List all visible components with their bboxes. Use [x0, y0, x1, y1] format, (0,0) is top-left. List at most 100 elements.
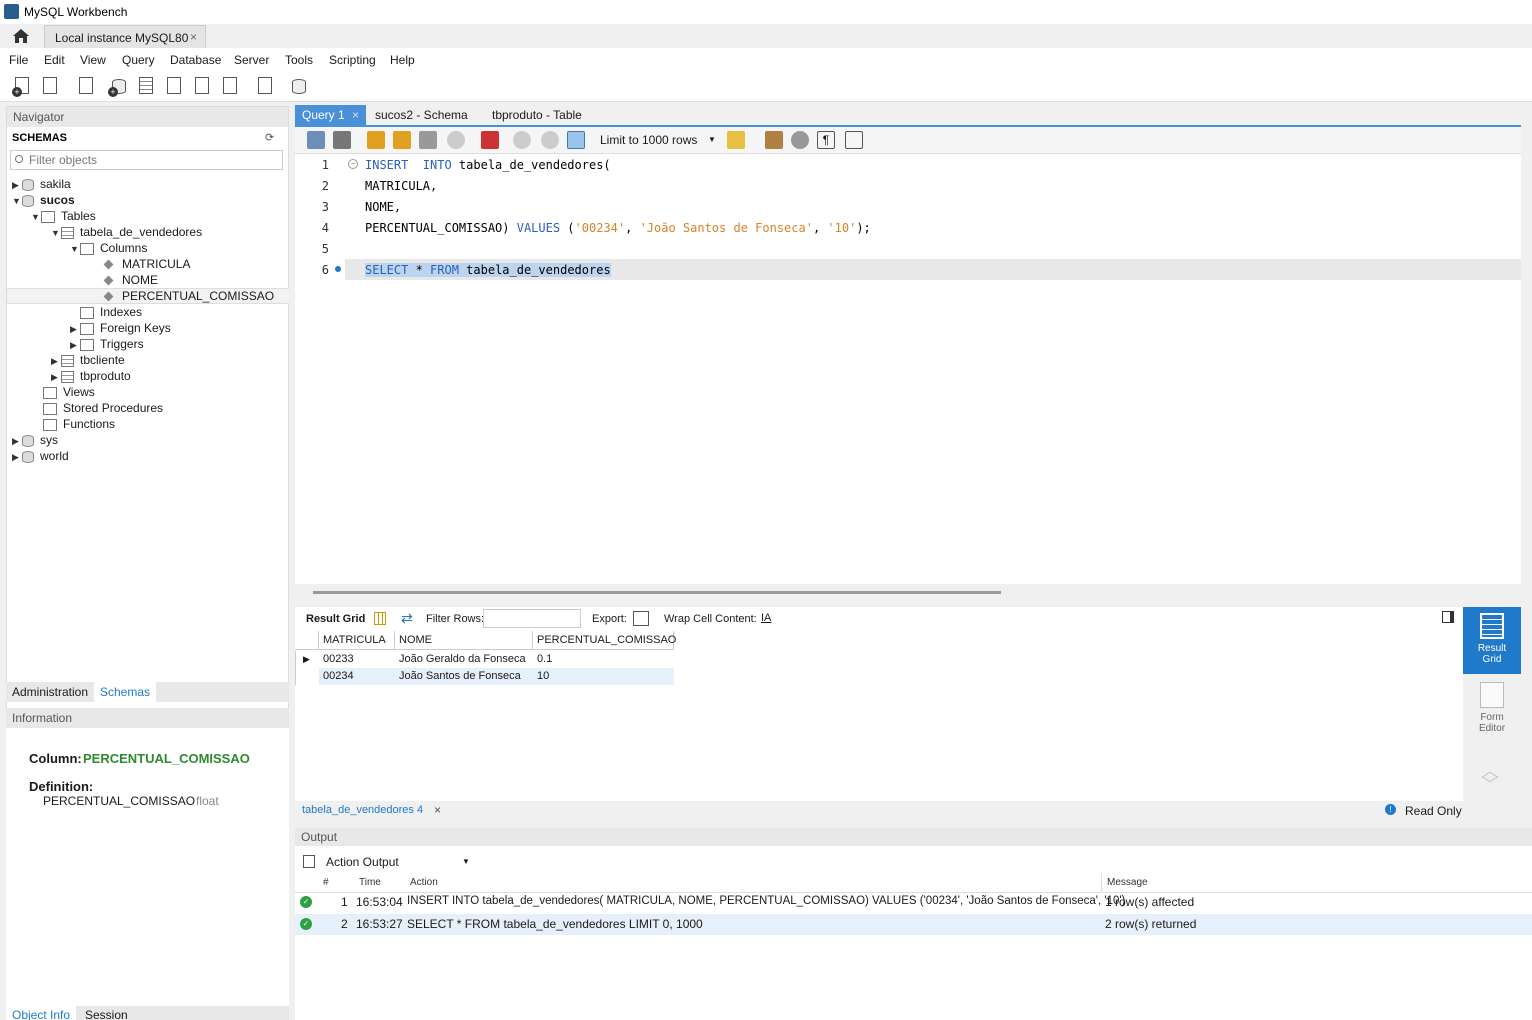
menu-query[interactable]: Query: [122, 53, 155, 67]
filter-objects-input[interactable]: Filter objects: [10, 150, 283, 170]
close-icon[interactable]: ×: [190, 30, 197, 44]
table-row[interactable]: ▶ 00233 João Geraldo da Fonseca 0.1: [295, 651, 674, 668]
tree-item-views[interactable]: Views: [43, 384, 95, 400]
filter-rows-input[interactable]: [483, 609, 581, 628]
scroll-updown-icon[interactable]: ︿ ﹀: [1481, 762, 1499, 794]
menu-database[interactable]: Database: [170, 53, 221, 67]
grid-cell[interactable]: 00234: [319, 668, 354, 685]
menu-server[interactable]: Server: [234, 53, 269, 67]
tab-object-info[interactable]: Object Info: [6, 1006, 77, 1020]
grid-cell[interactable]: 0.1: [533, 651, 552, 668]
rollback-icon[interactable]: [541, 131, 559, 149]
beautify-icon[interactable]: [765, 131, 783, 149]
create-schema-icon[interactable]: +: [108, 75, 130, 97]
execute-icon[interactable]: [367, 131, 385, 149]
result-tab-label[interactable]: tabela_de_vendedores 4: [302, 804, 423, 816]
autocommit-icon[interactable]: [567, 131, 585, 149]
find-icon[interactable]: [791, 131, 809, 149]
tab-session[interactable]: Session: [79, 1006, 134, 1020]
tree-item-triggers[interactable]: ▶ Triggers: [70, 336, 144, 352]
grid-cell[interactable]: João Geraldo da Fonseca: [395, 651, 526, 668]
table-row[interactable]: 00234 João Santos de Fonseca 10: [319, 668, 674, 685]
refresh-icon[interactable]: ⇄: [401, 610, 413, 627]
tree-item-columns[interactable]: ▼ Columns: [70, 240, 147, 256]
menu-file[interactable]: File: [9, 53, 28, 67]
search-table-data-icon[interactable]: [255, 75, 277, 97]
close-icon[interactable]: ×: [434, 803, 441, 817]
explain-icon[interactable]: [419, 131, 437, 149]
tree-item-tabela-de-vendedores[interactable]: ▼ tabela_de_vendedores: [51, 224, 202, 240]
connection-tab[interactable]: Local instance MySQL80 ×: [44, 25, 206, 48]
grid-cell[interactable]: 10: [533, 668, 549, 685]
menu-tools[interactable]: Tools: [285, 53, 313, 67]
close-icon[interactable]: ×: [352, 105, 359, 125]
reconnect-icon[interactable]: [288, 75, 310, 97]
tree-item-tables[interactable]: ▼ Tables: [31, 208, 96, 224]
tree-item-sakila[interactable]: ▶ sakila: [12, 176, 71, 192]
tree-item-tbproduto[interactable]: ▶ tbproduto: [51, 368, 131, 384]
copy-icon[interactable]: [303, 855, 315, 868]
tree-item-functions[interactable]: Functions: [43, 416, 115, 432]
menu-help[interactable]: Help: [390, 53, 415, 67]
result-grid-button[interactable]: Result Grid: [1463, 607, 1521, 674]
create-function-icon[interactable]: [220, 75, 242, 97]
refresh-icon[interactable]: ⟳: [265, 131, 274, 144]
export-icon[interactable]: [633, 611, 649, 626]
tab-administration[interactable]: Administration: [6, 682, 94, 702]
tab-schemas[interactable]: Schemas: [94, 682, 157, 702]
tree-item-sucos[interactable]: ▼ sucos: [12, 192, 75, 208]
tree-item-column-percentual[interactable]: PERCENTUAL_COMISSAO: [103, 288, 274, 304]
grid-header[interactable]: PERCENTUAL_COMISSAO: [533, 631, 676, 650]
grid-cell[interactable]: 00233: [319, 651, 354, 668]
menu-scripting[interactable]: Scripting: [329, 53, 376, 67]
tree-item-stored-procedures[interactable]: Stored Procedures: [43, 400, 163, 416]
tab-query-1[interactable]: Query 1 ×: [295, 105, 366, 127]
limit-rows-select[interactable]: Limit to 1000 rows ▼: [600, 131, 722, 149]
output-col-number: #: [323, 877, 329, 888]
invisible-chars-icon[interactable]: ¶: [817, 131, 835, 149]
toggle-panel-icon[interactable]: [1442, 611, 1454, 623]
create-view-icon[interactable]: [164, 75, 186, 97]
menu-edit[interactable]: Edit: [44, 53, 65, 67]
tab-tbproduto-table[interactable]: tbproduto - Table: [485, 105, 589, 127]
create-table-icon[interactable]: [136, 75, 158, 97]
output-row[interactable]: ✓ 1 16:53:04 INSERT INTO tabela_de_vende…: [295, 892, 1532, 913]
grid-header[interactable]: NOME: [395, 631, 533, 650]
bookmark-star-icon[interactable]: [727, 131, 745, 149]
tree-item-column-nome[interactable]: NOME: [103, 272, 158, 288]
tree-item-tbcliente[interactable]: ▶ tbcliente: [51, 352, 125, 368]
open-sql-script-icon[interactable]: [40, 75, 62, 97]
fold-marker-icon[interactable]: −: [348, 159, 358, 169]
wrap-icon[interactable]: IA: [761, 612, 771, 624]
grid-icon[interactable]: [374, 612, 386, 625]
grid-header[interactable]: MATRICULA: [319, 631, 395, 650]
stop-icon[interactable]: [447, 131, 465, 149]
wrap-lines-icon[interactable]: [845, 131, 863, 149]
output-type-select[interactable]: Action Output ▼: [322, 853, 472, 871]
new-sql-tab-icon[interactable]: +: [12, 75, 34, 97]
tree-item-foreign-keys[interactable]: ▶ Foreign Keys: [70, 320, 171, 336]
commit-icon[interactable]: [513, 131, 531, 149]
home-icon[interactable]: [10, 27, 32, 45]
grid-cell[interactable]: João Santos de Fonseca: [395, 668, 521, 685]
vertical-scrollbar[interactable]: [1521, 105, 1532, 825]
sql-editor[interactable]: 1 2 3 4 5 6 − INSERT INTO tabela_de_vend…: [295, 154, 1521, 584]
execute-current-icon[interactable]: [393, 131, 411, 149]
form-editor-button[interactable]: Form Editor: [1463, 678, 1521, 738]
tree-item-column-matricula[interactable]: MATRICULA: [103, 256, 190, 272]
horizontal-scrollbar[interactable]: [313, 591, 1001, 594]
create-procedure-icon[interactable]: [192, 75, 214, 97]
tree-item-world[interactable]: ▶ world: [12, 448, 69, 464]
tree-item-indexes[interactable]: Indexes: [80, 304, 142, 320]
output-row[interactable]: ✓ 2 16:53:27 SELECT * FROM tabela_de_ven…: [295, 914, 1532, 935]
tree-label: Foreign Keys: [100, 321, 171, 335]
toggle-error-icon[interactable]: [481, 131, 499, 149]
tree-item-sys[interactable]: ▶ sys: [12, 432, 58, 448]
selected-text: SELECT * FROM tabela_de_vendedores: [365, 263, 611, 277]
menu-view[interactable]: View: [80, 53, 106, 67]
save-icon[interactable]: [333, 131, 351, 149]
tab-sucos2-schema[interactable]: sucos2 - Schema: [368, 105, 475, 127]
open-file-icon[interactable]: [307, 131, 325, 149]
inspector-icon[interactable]: [76, 75, 98, 97]
result-grid[interactable]: MATRICULA NOME PERCENTUAL_COMISSAO ▶ 002…: [295, 631, 1463, 801]
